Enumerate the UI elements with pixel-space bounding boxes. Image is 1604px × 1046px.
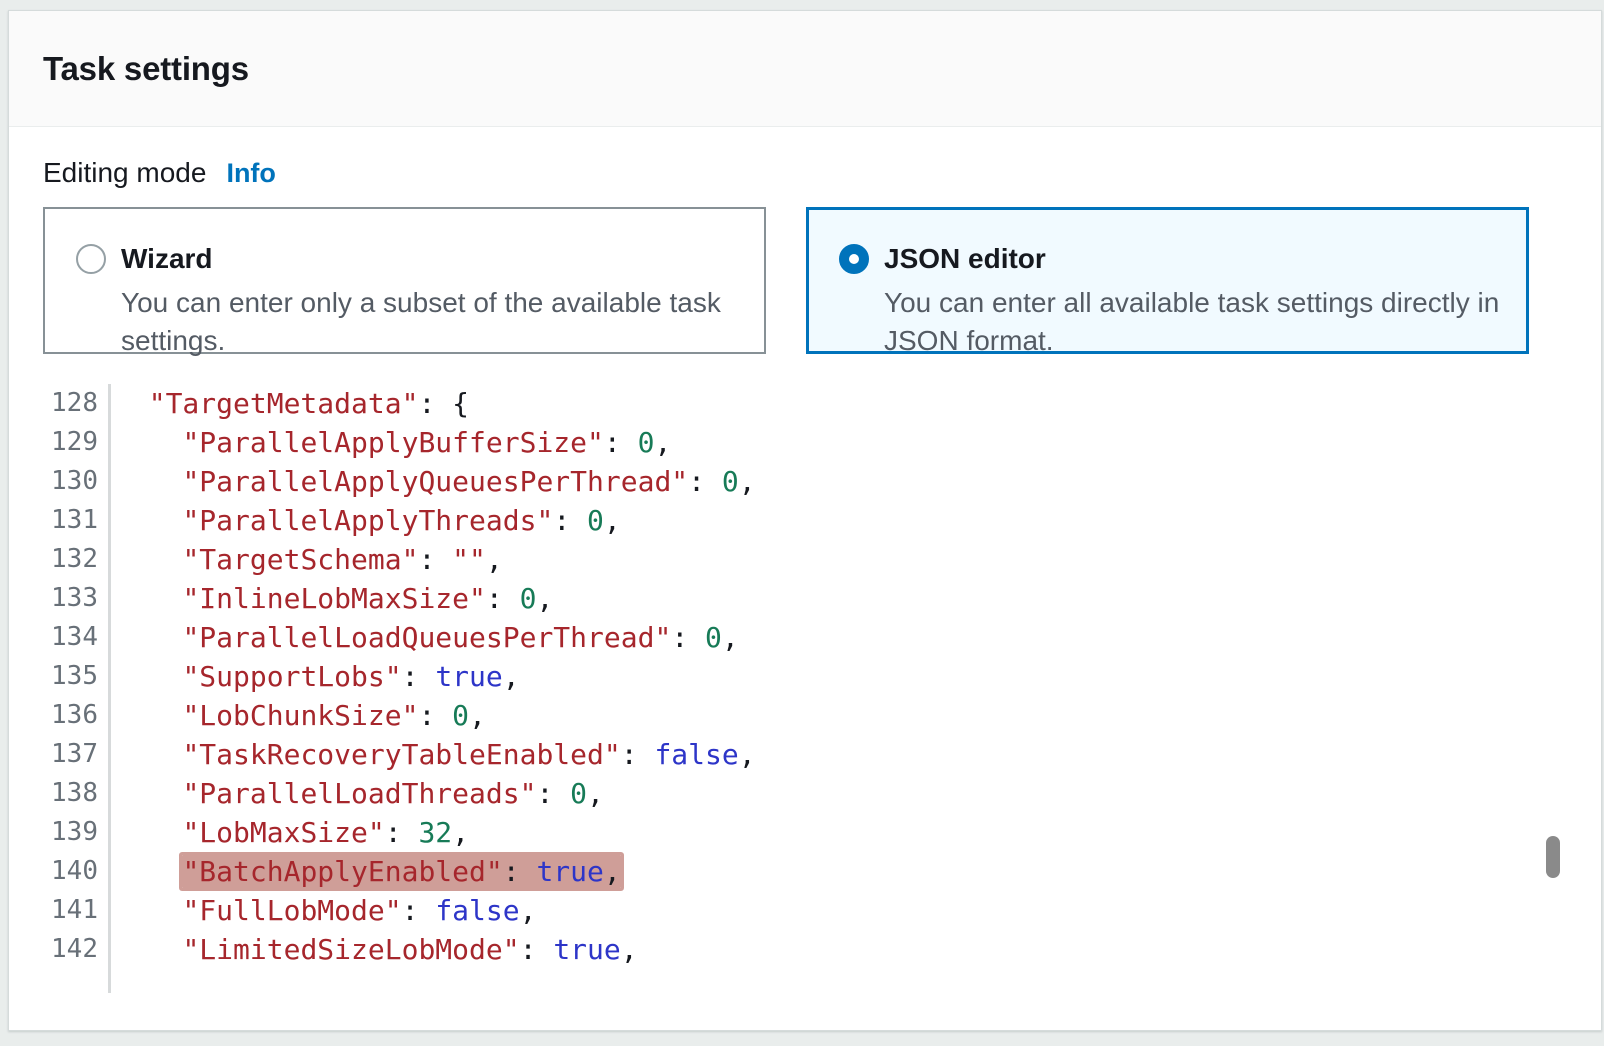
page-title: Task settings	[43, 50, 249, 88]
editing-mode-option-json-editor[interactable]: JSON editor You can enter all available …	[806, 207, 1529, 354]
code-text: "FullLobMode": false,	[111, 891, 536, 930]
code-text: "ParallelLoadQueuesPerThread": 0,	[111, 618, 739, 657]
line-number: 141	[43, 891, 111, 930]
option-title: JSON editor	[884, 242, 1503, 276]
option-description: You can enter all available task setting…	[884, 284, 1503, 360]
line-number: 128	[43, 384, 111, 423]
code-text: "ParallelApplyThreads": 0,	[111, 501, 621, 540]
line-number: 133	[43, 579, 111, 618]
code-text: "BatchApplyEnabled": true,	[111, 852, 621, 891]
line-number: 132	[43, 540, 111, 579]
code-line[interactable]: 133 "InlineLobMaxSize": 0,	[43, 579, 1601, 618]
line-number: 131	[43, 501, 111, 540]
editing-mode-options: Wizard You can enter only a subset of th…	[43, 207, 1601, 354]
scrollbar-thumb[interactable]	[1546, 836, 1560, 878]
panel-body: Editing mode Info Wizard You can enter o…	[9, 127, 1601, 1017]
option-title: Wizard	[121, 242, 740, 276]
line-number: 142	[43, 930, 111, 969]
code-text: "LobChunkSize": 0,	[111, 696, 486, 735]
code-line[interactable]: 132 "TargetSchema": "",	[43, 540, 1601, 579]
option-description: You can enter only a subset of the avail…	[121, 284, 740, 360]
editing-mode-label: Editing mode	[43, 157, 206, 189]
line-number: 134	[43, 618, 111, 657]
code-line[interactable]: 139 "LobMaxSize": 32,	[43, 813, 1601, 852]
code-line[interactable]: 142 "LimitedSizeLobMode": true,	[43, 930, 1601, 969]
option-text: JSON editor You can enter all available …	[884, 242, 1503, 360]
code-line[interactable]: 134 "ParallelLoadQueuesPerThread": 0,	[43, 618, 1601, 657]
search-highlight: "BatchApplyEnabled": true,	[182, 855, 620, 888]
code-line[interactable]: 140 "BatchApplyEnabled": true,	[43, 852, 1601, 891]
line-number: 140	[43, 852, 111, 891]
code-text: "TaskRecoveryTableEnabled": false,	[111, 735, 756, 774]
line-number: 130	[43, 462, 111, 501]
code-line[interactable]: 131 "ParallelApplyThreads": 0,	[43, 501, 1601, 540]
code-line[interactable]: 138 "ParallelLoadThreads": 0,	[43, 774, 1601, 813]
code-line[interactable]: 141 "FullLobMode": false,	[43, 891, 1601, 930]
code-text: "InlineLobMaxSize": 0,	[111, 579, 553, 618]
line-number: 135	[43, 657, 111, 696]
task-settings-panel: Task settings Editing mode Info Wizard Y…	[8, 10, 1602, 1031]
line-number: 129	[43, 423, 111, 462]
info-link[interactable]: Info	[226, 158, 275, 189]
code-text: "LobMaxSize": 32,	[111, 813, 469, 852]
panel-header: Task settings	[9, 11, 1601, 127]
code-line[interactable]: 136 "LobChunkSize": 0,	[43, 696, 1601, 735]
code-text: "SupportLobs": true,	[111, 657, 520, 696]
code-text: "ParallelApplyQueuesPerThread": 0,	[111, 462, 756, 501]
editing-mode-row: Editing mode Info	[43, 157, 1601, 189]
code-text: "TargetMetadata": {	[111, 384, 469, 423]
code-line[interactable]: 128 "TargetMetadata": {	[43, 384, 1601, 423]
code-line[interactable]: 129 "ParallelApplyBufferSize": 0,	[43, 423, 1601, 462]
editing-mode-option-wizard[interactable]: Wizard You can enter only a subset of th…	[43, 207, 766, 354]
line-number: 138	[43, 774, 111, 813]
line-number: 136	[43, 696, 111, 735]
code-text: "LimitedSizeLobMode": true,	[111, 930, 638, 969]
radio-selected-icon[interactable]	[839, 244, 869, 274]
line-number: 139	[43, 813, 111, 852]
code-line[interactable]: 130 "ParallelApplyQueuesPerThread": 0,	[43, 462, 1601, 501]
option-text: Wizard You can enter only a subset of th…	[121, 242, 740, 360]
code-text: "ParallelLoadThreads": 0,	[111, 774, 604, 813]
code-text: "ParallelApplyBufferSize": 0,	[111, 423, 671, 462]
gutter-tail	[43, 969, 1601, 993]
code-line[interactable]: 137 "TaskRecoveryTableEnabled": false,	[43, 735, 1601, 774]
radio-unselected-icon[interactable]	[76, 244, 106, 274]
line-number: 137	[43, 735, 111, 774]
json-code-editor[interactable]: 128 "TargetMetadata": {129 "ParallelAppl…	[43, 384, 1601, 1017]
code-line[interactable]: 135 "SupportLobs": true,	[43, 657, 1601, 696]
code-text: "TargetSchema": "",	[111, 540, 503, 579]
